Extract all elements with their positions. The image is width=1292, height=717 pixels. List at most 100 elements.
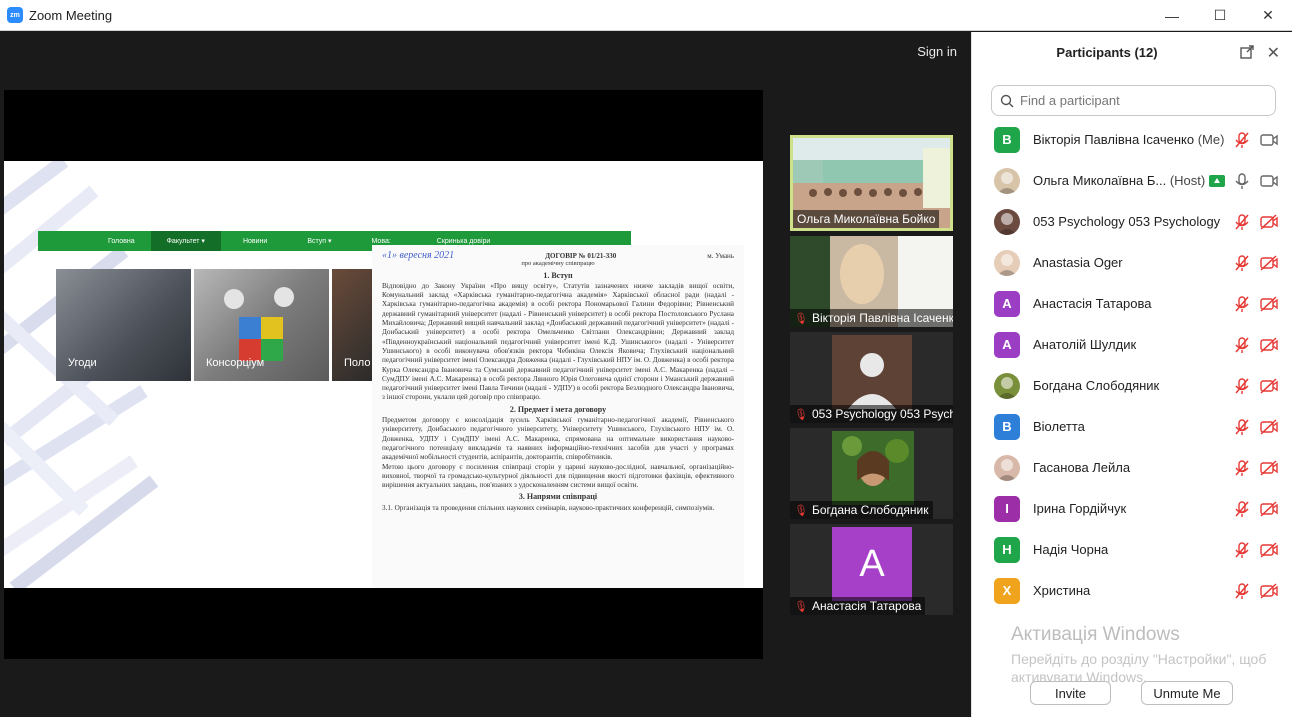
video-thumb-bohdana[interactable]: 🎙︎ Богдана Слободяник <box>790 428 953 519</box>
video-off-icon[interactable] <box>1259 500 1279 518</box>
video-off-icon[interactable] <box>1259 254 1279 272</box>
video-thumb-anastasiia[interactable]: A 🎙︎ Анастасія Татарова <box>790 524 953 615</box>
sign-in-link[interactable]: Sign in <box>917 44 957 59</box>
video-off-icon[interactable] <box>1259 336 1279 354</box>
participant-row[interactable]: A Анастасія Татарова <box>972 283 1292 324</box>
muted-mic-icon[interactable] <box>1234 541 1250 559</box>
pop-out-icon[interactable] <box>1240 45 1254 62</box>
windows-activation-title: Активація Windows <box>1011 624 1180 645</box>
avatar-photo <box>997 376 1017 399</box>
avatar: B <box>994 413 1020 440</box>
participant-row[interactable]: A Анатолій Шулдик <box>972 324 1292 365</box>
avatar <box>994 249 1020 276</box>
muted-mic-icon[interactable] <box>1234 295 1250 313</box>
doc-heading-2: 2. Предмет і мета договору <box>509 404 607 414</box>
mic-icon[interactable] <box>1234 172 1250 190</box>
video-thumb-psychology[interactable]: 🎙︎053 Psychology 053 Psychology <box>790 332 953 423</box>
muted-mic-icon[interactable] <box>1234 131 1250 149</box>
doc-paragraph: Метою цього договору є посилення співпра… <box>382 462 734 490</box>
thumb-name-label: Ольга Миколаївна Бойко <box>793 210 940 228</box>
muted-mic-icon[interactable] <box>1234 377 1250 395</box>
participant-role-tag: (Host) <box>1169 173 1206 188</box>
participants-title: Participants (12) <box>1056 45 1158 60</box>
avatar: A <box>994 290 1020 317</box>
thumb-name-label: 🎙︎053 Psychology 053 Psychology <box>790 405 953 423</box>
participant-row[interactable]: B Віолетта <box>972 406 1292 447</box>
muted-mic-icon[interactable] <box>1234 459 1250 477</box>
video-off-icon[interactable] <box>1259 582 1279 600</box>
participant-name: Анастасія Татарова <box>1033 296 1152 311</box>
participant-row[interactable]: X Христина <box>972 570 1292 611</box>
muted-mic-icon: 🎙︎ <box>794 600 808 613</box>
website-screenshot: Головна Факультет ▾ Новини Вступ ▾ Мова:… <box>38 231 631 381</box>
muted-mic-icon[interactable] <box>1234 336 1250 354</box>
participant-row[interactable]: Anastasia Oger <box>972 242 1292 283</box>
screen-share-icon <box>1209 174 1226 187</box>
video-off-icon[interactable] <box>1259 213 1279 231</box>
close-window-button[interactable]: ✕ <box>1244 0 1292 31</box>
search-participants[interactable] <box>991 85 1276 116</box>
participant-row[interactable]: H Надія Чорна <box>972 529 1292 570</box>
participant-name: Анатолій Шулдик <box>1033 337 1137 352</box>
participant-role-tag: (Me) <box>1197 132 1225 147</box>
participant-row[interactable]: Богдана Слободяник <box>972 365 1292 406</box>
avatar-photo <box>997 253 1017 276</box>
unmute-me-button[interactable]: Unmute Me <box>1141 681 1233 705</box>
minimize-button[interactable]: — <box>1148 0 1196 31</box>
nav-home: Головна <box>108 237 135 245</box>
maximize-button[interactable]: ☐ <box>1196 0 1244 31</box>
participant-name: Надія Чорна <box>1033 542 1109 557</box>
avatar <box>994 167 1020 194</box>
muted-mic-icon[interactable] <box>1234 213 1250 231</box>
window-controls: — ☐ ✕ <box>1148 0 1292 31</box>
muted-mic-icon: 🎙︎ <box>794 312 808 325</box>
doc-paragraph: Предметом договору є консолідація зусиль… <box>382 416 734 462</box>
invite-button[interactable]: Invite <box>1030 681 1111 705</box>
tile-consortium: Консорціум <box>194 269 329 381</box>
nav-faculty: Факультет ▾ <box>150 231 221 251</box>
video-thumb-olha[interactable]: Ольга Миколаївна Бойко <box>790 135 953 231</box>
tile-label: Консорціум <box>206 357 265 369</box>
zoom-logo-icon: zm <box>7 7 23 23</box>
doc-paragraph: Відповідно до Закону України «Про вищу о… <box>382 281 734 402</box>
video-icon[interactable] <box>1259 172 1279 190</box>
doc-city: м. Умань <box>707 252 734 260</box>
avatar <box>832 335 912 409</box>
participants-list: B Вікторія Павлівна Ісаченко (Me) Ольга Ми… <box>972 119 1292 611</box>
avatar: H <box>994 536 1020 563</box>
avatar: X <box>994 577 1020 604</box>
participant-row[interactable]: B Вікторія Павлівна Ісаченко (Me) <box>972 119 1292 160</box>
doc-paragraph: 3.1. Організація та проведення спільних … <box>382 503 715 512</box>
video-off-icon[interactable] <box>1259 418 1279 436</box>
doc-heading-3: 3. Напрями співпраці <box>518 492 598 502</box>
search-input[interactable] <box>1020 93 1260 108</box>
video-off-icon[interactable] <box>1259 377 1279 395</box>
avatar <box>994 208 1020 235</box>
participant-row[interactable]: Ольга Миколаївна Б... (Host) <box>972 160 1292 201</box>
shared-slide: Головна Факультет ▾ Новини Вступ ▾ Мова:… <box>4 161 763 588</box>
avatar-photo <box>997 212 1017 235</box>
muted-mic-icon[interactable] <box>1234 418 1250 436</box>
thumb-name-label: 🎙︎ Вікторія Павлівна Ісаченко <box>790 309 953 327</box>
participant-name: Вікторія Павлівна Ісаченко (Me) <box>1033 132 1225 147</box>
search-icon <box>1000 94 1014 107</box>
nav-admission: Вступ ▾ <box>307 238 332 245</box>
close-panel-icon[interactable]: ✕ <box>1267 43 1280 63</box>
avatar <box>994 454 1020 481</box>
muted-mic-icon[interactable] <box>1234 500 1250 518</box>
video-thumb-viktoriia[interactable]: 🎙︎ Вікторія Павлівна Ісаченко <box>790 236 953 327</box>
video-off-icon[interactable] <box>1259 295 1279 313</box>
muted-mic-icon[interactable] <box>1234 254 1250 272</box>
participant-row[interactable]: I Ірина Гордійчук <box>972 488 1292 529</box>
video-off-icon[interactable] <box>1259 541 1279 559</box>
participant-name: 053 Psychology 053 Psychology <box>1033 214 1221 229</box>
muted-mic-icon[interactable] <box>1234 582 1250 600</box>
participant-row[interactable]: Гасанова Лейла <box>972 447 1292 488</box>
doc-date-handwritten: «1» вересня 2021 <box>382 250 455 261</box>
avatar-initial: A <box>832 527 912 601</box>
participant-row[interactable]: 053 Psychology 053 Psychology <box>972 201 1292 242</box>
window-title: Zoom Meeting <box>29 7 113 23</box>
video-off-icon[interactable] <box>1259 459 1279 477</box>
avatar: I <box>994 495 1020 522</box>
video-icon[interactable] <box>1259 131 1279 149</box>
